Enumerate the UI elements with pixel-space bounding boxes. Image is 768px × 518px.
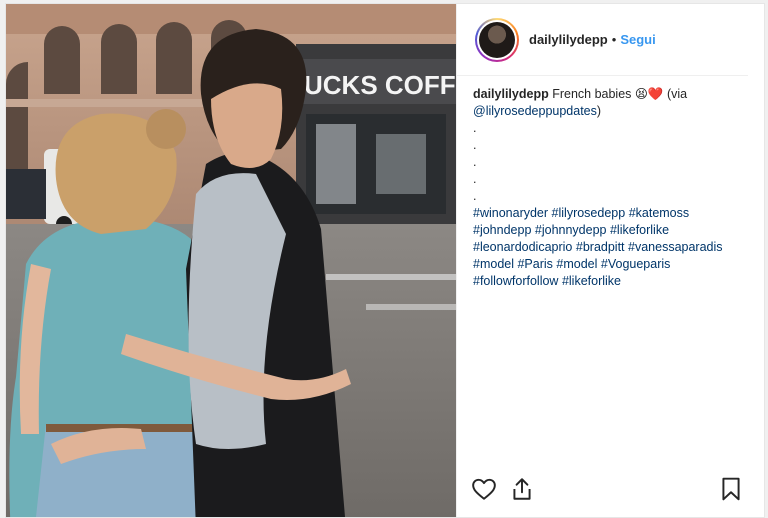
avatar xyxy=(479,21,515,58)
caption-username[interactable]: dailylilydepp xyxy=(473,87,549,101)
post-actions xyxy=(457,461,764,517)
hashtag-link[interactable]: #likeforlike xyxy=(610,223,669,237)
hashtag-line: #leonardodicaprio #bradpitt #vanessapara… xyxy=(473,239,737,256)
hashtag-link[interactable]: #johnnydepp xyxy=(535,223,607,237)
share-icon[interactable] xyxy=(509,476,535,502)
follow-button[interactable]: Segui xyxy=(620,32,655,47)
hashtag-line: #model #Paris #model #Vogueparis xyxy=(473,256,737,273)
caption-dots: . . . . . xyxy=(473,121,477,203)
hashtag-link[interactable]: #katemoss xyxy=(629,206,689,220)
username-link[interactable]: dailylilydepp xyxy=(529,32,608,47)
hashtag-link[interactable]: #Paris xyxy=(517,257,552,271)
store-sign-text: UCKS COFFE xyxy=(304,70,456,100)
separator-dot: • xyxy=(611,32,617,47)
hashtag-line: #followforfollow #likeforlike xyxy=(473,273,737,290)
hashtag-link[interactable]: #winonaryder xyxy=(473,206,548,220)
hashtag-link[interactable]: #lilyrosedepp xyxy=(552,206,626,220)
hashtag-link[interactable]: #vanessaparadis xyxy=(628,240,723,254)
post-photo-image: UCKS COFFE xyxy=(6,4,456,517)
caption-close: ) xyxy=(596,104,602,118)
post-header: dailylilydepp • Segui xyxy=(457,4,748,76)
hashtag-link[interactable]: #johndepp xyxy=(473,223,531,237)
hashtag-line: #winonaryder #lilyrosedepp #katemoss xyxy=(473,205,737,222)
hashtag-link[interactable]: #model xyxy=(556,257,597,271)
post-sidebar: dailylilydepp • Segui dailylilydepp Fren… xyxy=(456,4,764,517)
caption-mention[interactable]: @lilyrosedeppupdates xyxy=(473,104,597,118)
hashtag-link[interactable]: #Vogueparis xyxy=(601,257,671,271)
hashtag-link[interactable]: #model xyxy=(473,257,514,271)
hashtag-link[interactable]: #likeforlike xyxy=(562,274,621,288)
hashtag-line: #johndepp #johnnydepp #likeforlike xyxy=(473,222,737,239)
post-caption: dailylilydepp French babies 😫❤️ (via @li… xyxy=(457,76,753,290)
hashtag-link[interactable]: #bradpitt xyxy=(576,240,625,254)
hashtag-link[interactable]: #leonardodicaprio xyxy=(473,240,572,254)
instagram-post: UCKS COFFE xyxy=(5,3,765,518)
heart-icon[interactable] xyxy=(471,476,497,502)
caption-text: French babies 😫❤️ (via xyxy=(548,87,688,101)
hashtag-link[interactable]: #followforfollow xyxy=(473,274,558,288)
bookmark-icon[interactable] xyxy=(718,476,744,502)
post-photo[interactable]: UCKS COFFE xyxy=(6,4,456,517)
avatar-story-ring[interactable] xyxy=(475,17,519,62)
hashtag-list: #winonaryder #lilyrosedepp #katemoss #jo… xyxy=(473,205,737,290)
